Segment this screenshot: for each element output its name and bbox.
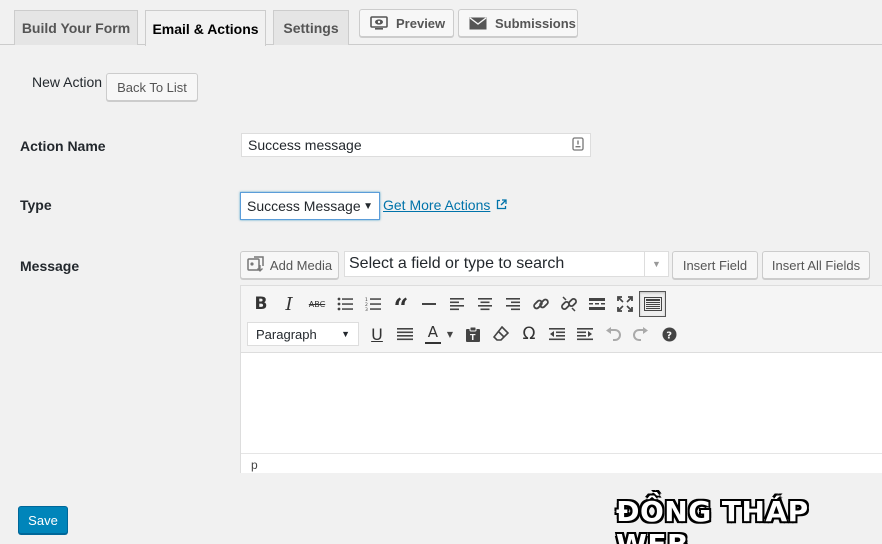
link-icon[interactable] xyxy=(527,290,555,318)
field-search-placeholder: Select a field or type to search xyxy=(349,255,565,272)
read-more-icon[interactable] xyxy=(583,290,611,318)
message-label: Message xyxy=(20,258,80,274)
action-name-input[interactable]: Success message xyxy=(241,133,591,157)
svg-text:?: ? xyxy=(666,330,672,341)
indent-icon[interactable] xyxy=(571,320,599,348)
clear-formatting-icon[interactable] xyxy=(487,320,515,348)
align-left-icon[interactable] xyxy=(443,290,471,318)
submissions-button[interactable]: Submissions xyxy=(458,9,578,37)
editor-toolbar: B I ABC 123 “ Paragraph ▼ U A ▼ T Ω ? xyxy=(241,286,882,353)
horizontal-line-icon[interactable] xyxy=(415,290,443,318)
preview-label: Preview xyxy=(396,15,446,31)
field-search-combobox[interactable]: Select a field or type to search ▼ xyxy=(344,251,669,277)
type-label: Type xyxy=(20,197,52,213)
action-name-label: Action Name xyxy=(20,138,106,154)
redo-icon[interactable] xyxy=(627,320,655,348)
justify-icon[interactable] xyxy=(391,320,419,348)
format-select[interactable]: Paragraph ▼ xyxy=(247,322,359,346)
insert-field-button[interactable]: Insert Field xyxy=(672,251,758,279)
tab-bar: Build Your Form Email & Actions Settings… xyxy=(0,0,882,46)
outdent-icon[interactable] xyxy=(543,320,571,348)
preview-button[interactable]: Preview xyxy=(359,9,454,37)
underline-icon[interactable]: U xyxy=(363,320,391,348)
unlink-icon[interactable] xyxy=(555,290,583,318)
text-color-icon[interactable]: A ▼ xyxy=(419,320,459,348)
action-name-value: Success message xyxy=(248,137,362,153)
add-media-label: Add Media xyxy=(269,257,333,273)
toolbar-toggle-icon[interactable] xyxy=(639,291,666,317)
merge-tag-icon[interactable] xyxy=(572,136,584,154)
dropdown-arrow-icon[interactable]: ▼ xyxy=(644,252,668,276)
svg-text:3: 3 xyxy=(365,307,368,311)
save-button[interactable]: Save xyxy=(18,506,68,534)
insert-all-fields-button[interactable]: Insert All Fields xyxy=(762,251,870,279)
paste-text-icon[interactable]: T xyxy=(459,320,487,348)
watermark-logo: ĐỒNG THÁP WEB xyxy=(616,495,809,544)
preview-icon xyxy=(370,16,388,30)
editor-status-path: p xyxy=(241,453,882,473)
add-media-button[interactable]: Add Media xyxy=(240,251,339,279)
strikethrough-icon[interactable]: ABC xyxy=(303,290,331,318)
format-select-value: Paragraph xyxy=(256,326,317,342)
external-link-icon xyxy=(496,197,508,213)
numbered-list-icon[interactable]: 123 xyxy=(359,290,387,318)
get-more-actions-label: Get More Actions xyxy=(383,197,491,213)
editor-content-area[interactable] xyxy=(241,353,882,453)
tab-email-actions[interactable]: Email & Actions xyxy=(145,10,266,46)
media-icon xyxy=(247,255,265,275)
bold-icon[interactable]: B xyxy=(247,290,275,318)
align-right-icon[interactable] xyxy=(499,290,527,318)
get-more-actions-link[interactable]: Get More Actions xyxy=(383,197,508,213)
svg-text:T: T xyxy=(470,333,476,342)
blockquote-icon[interactable]: “ xyxy=(387,290,415,322)
italic-icon[interactable]: I xyxy=(275,290,303,318)
special-character-icon[interactable]: Ω xyxy=(515,320,543,348)
fullscreen-icon[interactable] xyxy=(611,290,639,318)
tab-settings[interactable]: Settings xyxy=(273,10,349,45)
back-to-list-button[interactable]: Back To List xyxy=(106,73,198,101)
type-select[interactable]: Success Message ▼ xyxy=(240,192,380,220)
help-icon[interactable]: ? xyxy=(655,320,683,348)
caret-down-icon: ▼ xyxy=(341,329,350,339)
align-center-icon[interactable] xyxy=(471,290,499,318)
rich-text-editor: B I ABC 123 “ Paragraph ▼ U A ▼ T Ω ? p xyxy=(240,285,882,473)
type-select-value: Success Message xyxy=(247,198,361,214)
envelope-icon xyxy=(469,16,487,30)
page-title: New Action xyxy=(32,74,103,90)
bullet-list-icon[interactable] xyxy=(331,290,359,318)
submissions-label: Submissions xyxy=(495,15,576,31)
undo-icon[interactable] xyxy=(599,320,627,348)
caret-down-icon: ▼ xyxy=(363,200,373,212)
tab-build-your-form[interactable]: Build Your Form xyxy=(14,10,138,45)
